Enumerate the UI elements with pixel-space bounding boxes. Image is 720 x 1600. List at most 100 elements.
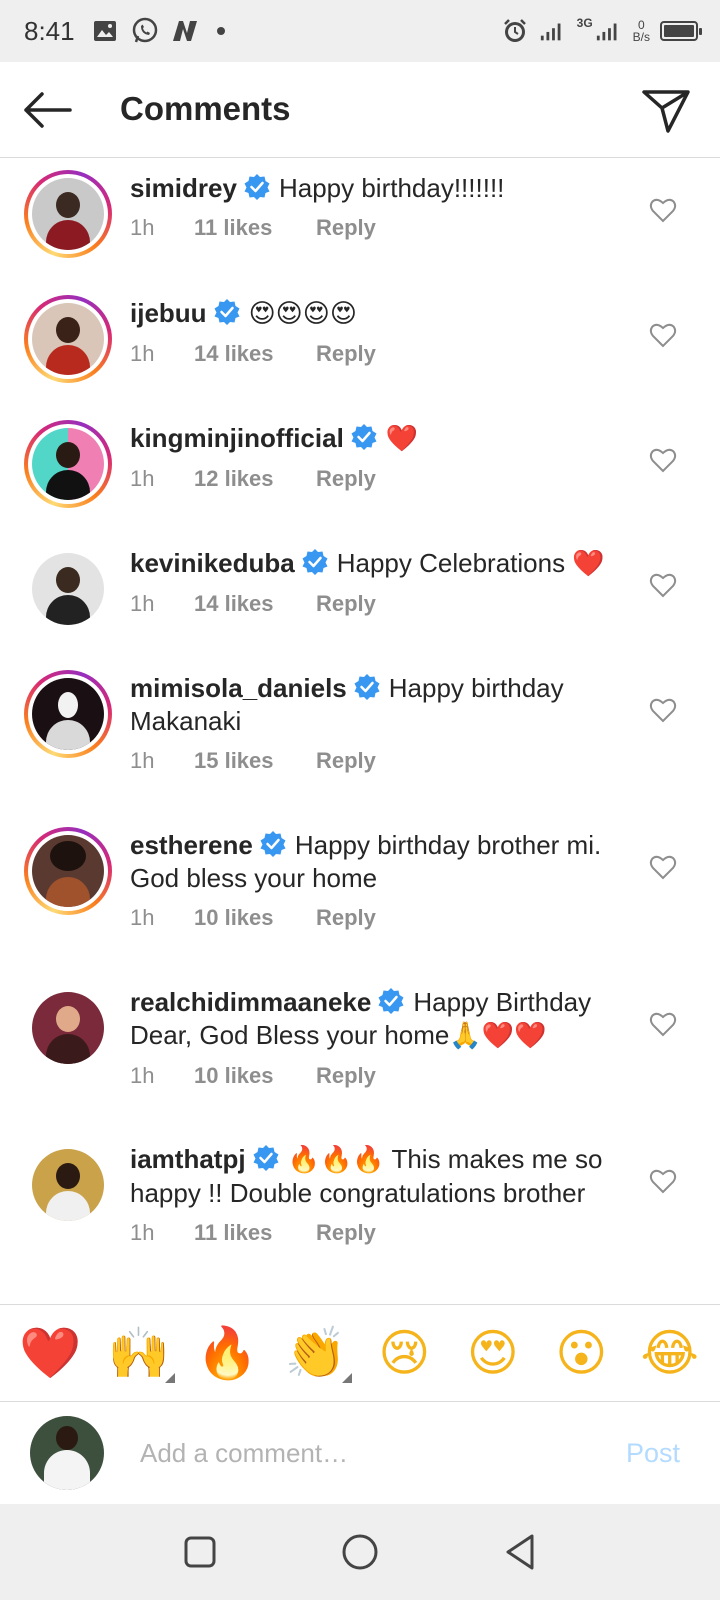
status-time: 8:41 [24, 15, 75, 46]
comment-emojis: 😍😍😍😍 [248, 299, 357, 329]
reply-button[interactable]: Reply [316, 466, 376, 492]
username[interactable]: simidrey [130, 173, 237, 203]
likes-count[interactable]: 14 likes [194, 341, 316, 367]
likes-count[interactable]: 10 likes [194, 1063, 316, 1089]
signal-icon-2 [595, 17, 623, 45]
comment-emojis: ❤️ [385, 424, 419, 454]
emoji-clapping-hands-button[interactable]: 👏 [280, 1317, 352, 1389]
heart-outline-icon [649, 698, 677, 723]
home-button[interactable] [330, 1522, 390, 1582]
username[interactable]: kevinikeduba [130, 548, 295, 578]
avatar-container[interactable] [24, 827, 112, 915]
emoji-crying-face-button[interactable]: 😢 [368, 1317, 440, 1389]
likes-count[interactable]: 11 likes [194, 215, 316, 241]
emoji-surprised-face-button[interactable]: 😮 [545, 1317, 617, 1389]
avatar-container[interactable] [24, 670, 112, 758]
story-ring [24, 295, 112, 383]
reply-button[interactable]: Reply [316, 591, 376, 617]
like-button[interactable] [648, 571, 678, 599]
username[interactable]: kingminjinofficial [130, 423, 344, 453]
likes-count[interactable]: 14 likes [194, 591, 316, 617]
emoji-raising-hands-button[interactable]: 🙌 [103, 1317, 175, 1389]
heart-outline-icon [649, 323, 677, 348]
avatar [32, 835, 104, 907]
like-button[interactable] [648, 446, 678, 474]
story-ring [24, 420, 112, 508]
verified-badge-icon [214, 299, 240, 325]
arrow-left-icon [24, 92, 72, 128]
emoji-glyph: 👏 [284, 1324, 347, 1381]
like-button[interactable] [648, 1010, 678, 1038]
system-nav-bar [0, 1504, 720, 1600]
username[interactable]: estherene [130, 830, 253, 860]
comments-list: simidrey Happy birthday!!!!!!! 1h 11 like… [0, 158, 720, 1304]
avatar-container[interactable] [24, 295, 112, 383]
emoji-glyph: 🙌 [107, 1324, 170, 1381]
status-bar: 8:41 3G 0 B/s [0, 0, 720, 62]
battery-icon [660, 21, 702, 41]
emoji-red-heart-button[interactable]: ❤️ [14, 1317, 86, 1389]
likes-count[interactable]: 12 likes [194, 466, 316, 492]
username[interactable]: realchidimmaaneke [130, 987, 371, 1017]
likes-count[interactable]: 10 likes [194, 905, 316, 931]
comment-meta: 1h 14 likes Reply [130, 341, 620, 367]
reply-button[interactable]: Reply [316, 215, 376, 241]
post-button[interactable]: Post [626, 1438, 680, 1469]
share-button[interactable] [640, 86, 692, 136]
comments-screen: 8:41 3G 0 B/s Comments simidrey Happy bi… [0, 0, 720, 1600]
comment-time: 1h [130, 215, 155, 240]
verified-badge-icon [302, 549, 328, 575]
username[interactable]: ijebuu [130, 298, 207, 328]
reply-button[interactable]: Reply [316, 748, 376, 774]
avatar-container[interactable] [24, 545, 112, 633]
comment-item: simidrey Happy birthday!!!!!!! 1h 11 like… [0, 170, 720, 280]
comment-emojis: 🙏❤️❤️ [449, 1021, 547, 1051]
comment-meta: 1h 10 likes Reply [130, 1063, 620, 1089]
recent-apps-button[interactable] [170, 1522, 230, 1582]
username[interactable]: iamthatpj [130, 1144, 246, 1174]
notification-dot [216, 27, 225, 35]
comment-item: kingminjinofficial ❤️ 1h 12 likes Reply [0, 420, 720, 530]
comment-text: realchidimmaaneke Happy Birthday Dear, Go… [130, 986, 620, 1053]
network-speed: 0 B/s [633, 19, 650, 43]
comment-text: ijebuu 😍😍😍😍 [130, 297, 620, 331]
back-nav-button[interactable] [490, 1522, 550, 1582]
avatar-container[interactable] [24, 1141, 112, 1229]
reply-button[interactable]: Reply [316, 905, 376, 931]
verified-badge-icon [378, 988, 404, 1014]
comment-item: kevinikeduba Happy Celebrations ❤️ 1h 14 … [0, 545, 720, 655]
comment-text: kevinikeduba Happy Celebrations ❤️ [130, 547, 620, 581]
reply-button[interactable]: Reply [316, 1220, 376, 1246]
like-button[interactable] [648, 321, 678, 349]
likes-count[interactable]: 15 likes [194, 748, 316, 774]
comment-text: kingminjinofficial ❤️ [130, 422, 620, 456]
story-ring [24, 170, 112, 258]
avatar-container[interactable] [24, 984, 112, 1072]
avatar-container[interactable] [24, 420, 112, 508]
reply-button[interactable]: Reply [316, 1063, 376, 1089]
back-icon [506, 1534, 534, 1570]
heart-outline-icon [649, 1012, 677, 1037]
reply-button[interactable]: Reply [316, 341, 376, 367]
variant-indicator-icon [341, 1373, 352, 1383]
emoji-tears-of-joy-button[interactable]: 😂 [634, 1317, 706, 1389]
verified-badge-icon [260, 831, 286, 857]
heart-outline-icon [649, 198, 677, 223]
comment-message: Happy birthday!!!!!!! [278, 173, 505, 203]
like-button[interactable] [648, 1167, 678, 1195]
like-button[interactable] [648, 853, 678, 881]
emoji-heart-eyes-button[interactable]: 😍 [457, 1317, 529, 1389]
comment-time: 1h [130, 1063, 155, 1088]
back-button[interactable] [22, 88, 72, 132]
emoji-quick-bar: ❤️ 🙌 🔥 👏 😢 😍 😮 😂 [0, 1304, 720, 1402]
comment-text: simidrey Happy birthday!!!!!!! [130, 172, 620, 205]
comment-input[interactable] [140, 1428, 580, 1478]
like-button[interactable] [648, 196, 678, 224]
send-icon [642, 90, 690, 133]
likes-count[interactable]: 11 likes [194, 1220, 316, 1246]
emoji-fire-button[interactable]: 🔥 [191, 1317, 263, 1389]
emoji-glyph: 😍 [466, 1325, 519, 1381]
avatar-container[interactable] [24, 170, 112, 258]
like-button[interactable] [648, 696, 678, 724]
username[interactable]: mimisola_daniels [130, 673, 347, 703]
